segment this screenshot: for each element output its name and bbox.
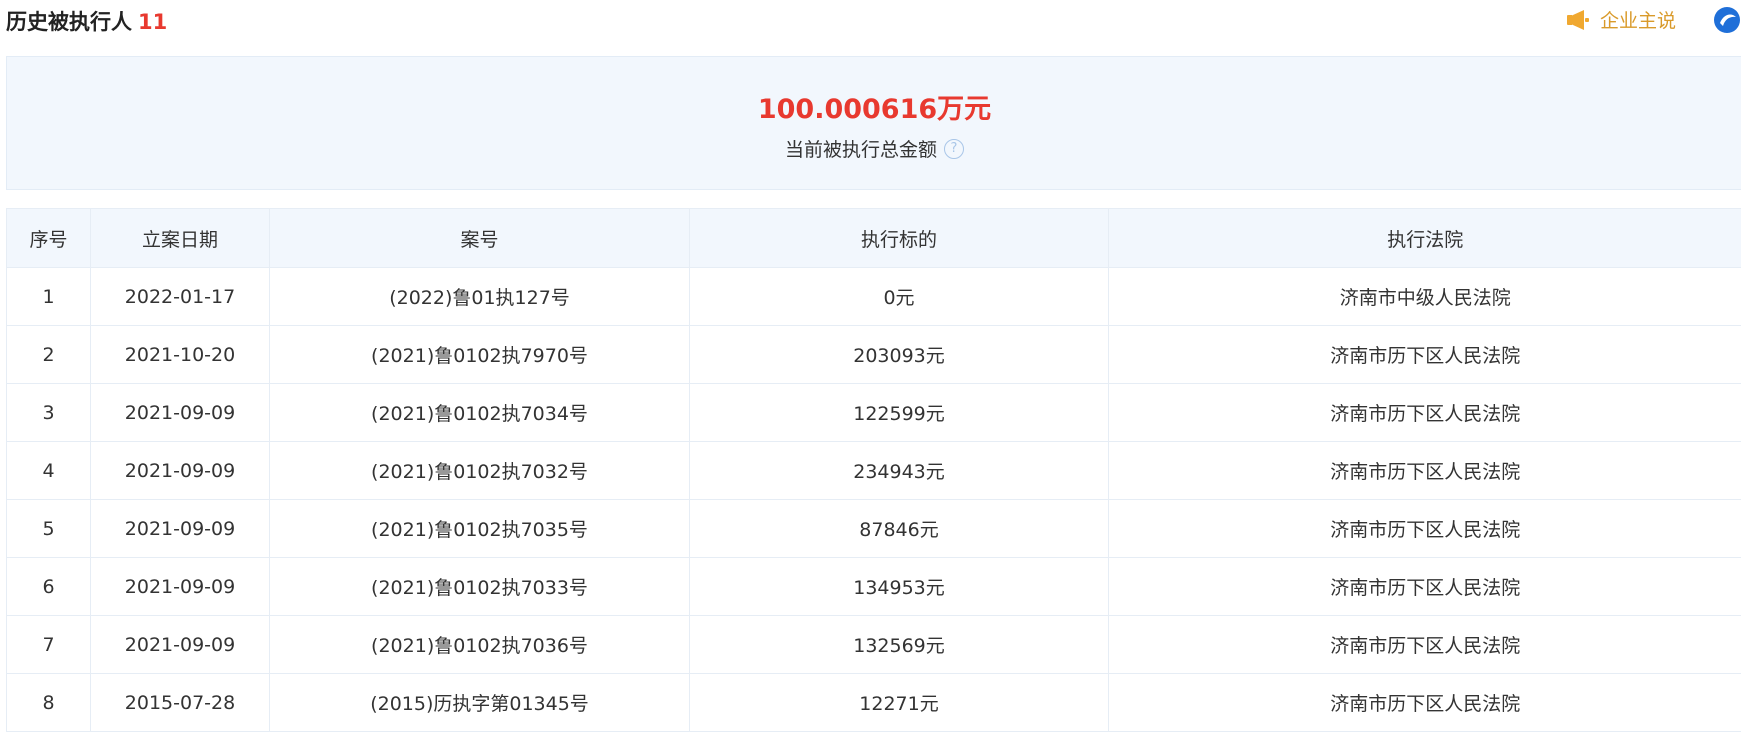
cell-execution-target: 12271元 — [689, 673, 1109, 732]
cell-case-number[interactable]: (2021)鲁0102执7032号 — [269, 441, 690, 500]
total-amount-label-row: 当前被执行总金额 ? — [7, 135, 1741, 162]
cell-execution-target: 203093元 — [689, 325, 1109, 384]
column-header-index: 序号 — [6, 208, 91, 268]
column-header-filing-date: 立案日期 — [90, 208, 270, 268]
table-row: 6 2021-09-09 (2021)鲁0102执7033号 134953元 济… — [6, 557, 1741, 616]
cell-court: 济南市历下区人民法院 — [1108, 615, 1741, 674]
cell-court: 济南市历下区人民法院 — [1108, 441, 1741, 500]
total-amount-label: 当前被执行总金额 — [784, 139, 937, 161]
section-header: 历史被执行人 11 企业主说 — [0, 0, 1741, 42]
table-header-row: 序号 立案日期 案号 执行标的 执行法院 — [6, 208, 1741, 268]
cell-index: 4 — [6, 441, 91, 500]
cell-court: 济南市历下区人民法院 — [1108, 673, 1741, 732]
cell-court: 济南市历下区人民法院 — [1108, 557, 1741, 616]
total-amount: 100.000616万元 — [757, 94, 992, 125]
cell-index: 2 — [6, 325, 91, 384]
cell-filing-date: 2021-10-20 — [90, 325, 270, 384]
cell-case-number[interactable]: (2021)鲁0102执7035号 — [269, 499, 690, 558]
megaphone-icon — [1567, 9, 1589, 30]
cell-filing-date: 2021-09-09 — [90, 499, 270, 558]
column-header-case-number: 案号 — [269, 208, 690, 268]
column-header-execution-target: 执行标的 — [689, 208, 1109, 268]
table-row: 8 2015-07-28 (2015)历执字第01345号 12271元 济南市… — [6, 673, 1741, 732]
execution-records-table: 序号 立案日期 案号 执行标的 执行法院 1 2022-01-17 (2022)… — [6, 208, 1741, 732]
question-circle-icon[interactable]: ? — [944, 138, 964, 159]
cell-execution-target: 234943元 — [689, 441, 1109, 500]
cell-filing-date: 2021-09-09 — [90, 615, 270, 674]
cell-case-number[interactable]: (2021)鲁0102执7034号 — [269, 383, 690, 442]
cell-index: 3 — [6, 383, 91, 442]
record-count: 11 — [138, 10, 168, 34]
section-title: 历史被执行人 11 — [6, 6, 167, 36]
cell-execution-target: 134953元 — [689, 557, 1109, 616]
cell-court: 济南市中级人民法院 — [1108, 267, 1741, 326]
cell-case-number[interactable]: (2021)鲁0102执7033号 — [269, 557, 690, 616]
table-row: 3 2021-09-09 (2021)鲁0102执7034号 122599元 济… — [6, 383, 1741, 442]
brand-logo-icon[interactable] — [1712, 5, 1741, 39]
cell-execution-target: 132569元 — [689, 615, 1109, 674]
cell-execution-target: 87846元 — [689, 499, 1109, 558]
cell-case-number[interactable]: (2022)鲁01执127号 — [269, 267, 690, 326]
table-row: 5 2021-09-09 (2021)鲁0102执7035号 87846元 济南… — [6, 499, 1741, 558]
cell-court: 济南市历下区人民法院 — [1108, 383, 1741, 442]
cell-case-number[interactable]: (2021)鲁0102执7970号 — [269, 325, 690, 384]
cell-court: 济南市历下区人民法院 — [1108, 325, 1741, 384]
cell-index: 5 — [6, 499, 91, 558]
company-speak-link[interactable]: 企业主说 — [1566, 6, 1676, 33]
cell-index: 1 — [6, 267, 91, 326]
cell-index: 6 — [6, 557, 91, 616]
cell-case-number[interactable]: (2021)鲁0102执7036号 — [269, 615, 690, 674]
table-row: 7 2021-09-09 (2021)鲁0102执7036号 132569元 济… — [6, 615, 1741, 674]
cell-index: 7 — [6, 615, 91, 674]
cell-filing-date: 2015-07-28 — [90, 673, 270, 732]
section-title-text: 历史被执行人 — [6, 10, 132, 34]
cell-filing-date: 2021-09-09 — [90, 557, 270, 616]
table-row: 1 2022-01-17 (2022)鲁01执127号 0元 济南市中级人民法院 — [6, 267, 1741, 326]
cell-filing-date: 2021-09-09 — [90, 383, 270, 442]
cell-case-number[interactable]: (2015)历执字第01345号 — [269, 673, 690, 732]
execution-summary-panel: 100.000616万元 当前被执行总金额 ? — [6, 56, 1741, 190]
cell-court: 济南市历下区人民法院 — [1108, 499, 1741, 558]
cell-filing-date: 2022-01-17 — [90, 267, 270, 326]
cell-filing-date: 2021-09-09 — [90, 441, 270, 500]
company-speak-label: 企业主说 — [1600, 10, 1677, 32]
table-row: 2 2021-10-20 (2021)鲁0102执7970号 203093元 济… — [6, 325, 1741, 384]
table-row: 4 2021-09-09 (2021)鲁0102执7032号 234943元 济… — [6, 441, 1741, 500]
cell-execution-target: 122599元 — [689, 383, 1109, 442]
cell-index: 8 — [6, 673, 91, 732]
column-header-court: 执行法院 — [1108, 208, 1741, 268]
cell-execution-target: 0元 — [689, 267, 1109, 326]
